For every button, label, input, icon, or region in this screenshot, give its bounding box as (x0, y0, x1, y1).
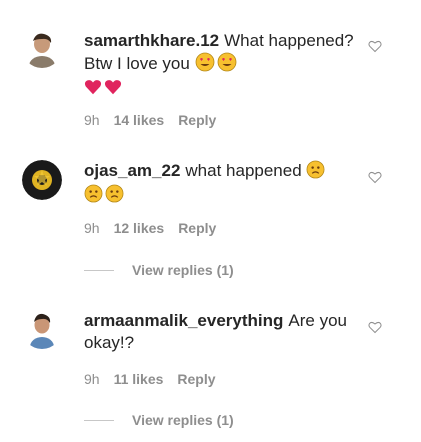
comment-time: 9h (84, 371, 100, 387)
emoji-group (195, 52, 237, 72)
heart-eyes-emoji-icon (195, 52, 214, 72)
reply-button[interactable]: Reply (177, 370, 215, 388)
reply-button[interactable]: Reply (178, 219, 216, 237)
red-heart-emoji-icon (84, 80, 102, 95)
emoji-group (306, 160, 325, 179)
replies-divider (84, 419, 114, 421)
comment-username[interactable]: samarthkhare.12 (84, 31, 219, 50)
likes-count[interactable]: 14 likes (114, 111, 165, 129)
view-replies-label[interactable]: View replies (1) (132, 262, 234, 278)
like-heart-icon[interactable] (368, 320, 382, 334)
comment-meta: 9h 14 likes Reply (84, 111, 216, 129)
avatar[interactable] (22, 160, 62, 200)
comment-body: what happened (185, 161, 302, 180)
view-replies-button[interactable]: View replies (1) (84, 412, 234, 428)
likes-count[interactable]: 11 likes (114, 370, 164, 388)
comment-username[interactable]: armaanmalik_everything (84, 311, 283, 330)
comment-meta: 9h 11 likes Reply (84, 370, 216, 388)
comment-text: armaanmalik_everything Are you okay!? (84, 310, 359, 354)
replies-divider (84, 269, 114, 271)
avatar[interactable] (22, 28, 62, 68)
worried-face-emoji-icon (105, 184, 124, 203)
comment-time: 9h (84, 220, 100, 236)
avatar[interactable] (22, 309, 62, 349)
comment-meta: 9h 12 likes Reply (84, 219, 216, 237)
view-replies-button[interactable]: View replies (1) (84, 262, 234, 278)
red-heart-emoji-icon (104, 80, 122, 95)
emoji-group (84, 184, 359, 203)
reply-button[interactable]: Reply (178, 111, 216, 129)
likes-count[interactable]: 12 likes (114, 219, 165, 237)
comment-username[interactable]: ojas_am_22 (84, 161, 180, 180)
comment-text: samarthkhare.12 What happened? Btw I love… (84, 30, 359, 96)
view-replies-label[interactable]: View replies (1) (132, 412, 234, 428)
worried-face-emoji-icon (84, 184, 103, 203)
like-heart-icon[interactable] (368, 170, 382, 184)
comment-time: 9h (84, 112, 100, 128)
comment-text: ojas_am_22 what happened (84, 160, 359, 203)
worried-face-emoji-icon (306, 160, 325, 179)
like-heart-icon[interactable] (368, 39, 382, 53)
emoji-group (84, 78, 359, 96)
heart-eyes-emoji-icon (217, 52, 236, 72)
